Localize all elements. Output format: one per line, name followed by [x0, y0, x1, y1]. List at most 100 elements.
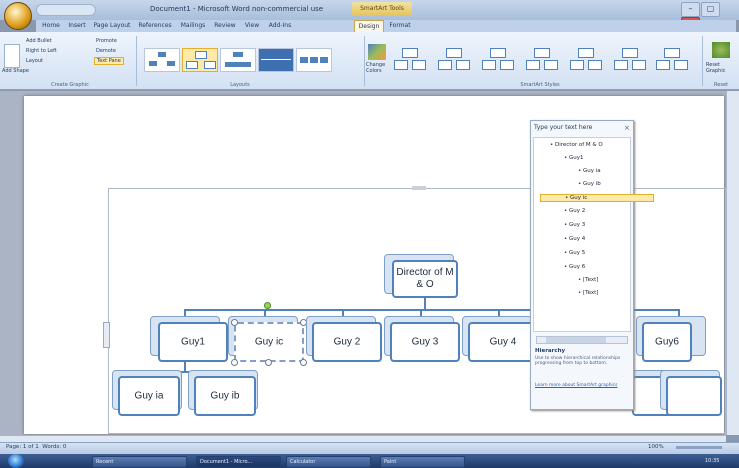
style-thumb-1[interactable]	[392, 46, 426, 72]
text-pane-scroll-thumb[interactable]	[546, 337, 606, 343]
learn-more-link[interactable]: Learn more about SmartArt graphics	[535, 383, 629, 395]
style-thumb-6[interactable]	[612, 46, 646, 72]
minimize-button[interactable]: –	[681, 2, 700, 17]
layout-thumb-1[interactable]	[144, 48, 180, 72]
selection-handle[interactable]	[231, 359, 238, 366]
quick-access-toolbar[interactable]	[36, 4, 96, 16]
org-node-guy2[interactable]: Guy 2	[312, 322, 382, 362]
node-label: Guy 3	[411, 336, 439, 348]
style-thumb-7[interactable]	[654, 46, 688, 72]
layouts-group-label: Layouts	[230, 82, 250, 88]
layout-button[interactable]: Layout	[26, 58, 43, 64]
tab-page-layout[interactable]: Page Layout	[92, 20, 132, 32]
org-node-empty[interactable]	[666, 376, 722, 416]
text-pane-item[interactable]: • Guy 3	[564, 222, 585, 228]
layout-info-title: Hierarchy	[535, 348, 566, 354]
maximize-button[interactable]: ▢	[701, 2, 720, 17]
text-pane-button[interactable]: Text Pane	[94, 57, 124, 65]
tab-review[interactable]: Review	[212, 20, 238, 32]
zoom-slider[interactable]	[676, 446, 722, 449]
selection-handle[interactable]	[231, 319, 238, 326]
add-shape-button[interactable]: Add Shape	[2, 68, 29, 74]
node-label: Guy6	[655, 336, 679, 348]
tab-home[interactable]: Home	[40, 20, 62, 32]
promote-button[interactable]: Promote	[96, 38, 117, 44]
text-pane-list[interactable]: • Director of M & O • Guy1 • Guy ia • Gu…	[533, 137, 654, 332]
add-bullet-button[interactable]: Add Bullet	[26, 38, 52, 44]
text-pane-item[interactable]: • Guy1	[564, 155, 584, 161]
text-pane-item[interactable]: • [Text]	[578, 290, 598, 296]
node-label: Guy 2	[333, 336, 361, 348]
tab-add-ins[interactable]: Add-Ins	[266, 20, 294, 32]
node-label: Guy1	[181, 336, 205, 348]
tab-references[interactable]: References	[136, 20, 174, 32]
layout-thumb-5[interactable]	[296, 48, 332, 72]
taskbar-button-paint[interactable]: Paint	[380, 456, 465, 468]
smartart-tools-context-label: SmartArt Tools	[352, 2, 412, 16]
org-node-guy-ib[interactable]: Guy ib	[194, 376, 256, 416]
tab-view[interactable]: View	[242, 20, 262, 32]
system-clock[interactable]: 10:35	[705, 456, 737, 466]
ribbon-tabs: Home Insert Page Layout References Maili…	[36, 20, 736, 33]
org-node-root[interactable]: Director of M & O	[392, 260, 458, 298]
office-button[interactable]	[4, 2, 32, 30]
style-thumb-5[interactable]	[568, 46, 602, 72]
change-colors-icon[interactable]	[368, 44, 386, 60]
change-colors-button[interactable]: Change Colors	[366, 62, 388, 74]
quick-launch-icons[interactable]	[30, 457, 70, 465]
right-to-left-button[interactable]: Right to Left	[26, 48, 57, 54]
node-label: Guy ib	[210, 390, 240, 402]
create-graphic-group-label: Create Graphic	[51, 82, 89, 88]
reset-group-label: Reset	[714, 82, 728, 88]
add-shape-icon[interactable]	[4, 44, 20, 68]
reset-graphic-icon[interactable]	[712, 42, 730, 58]
text-pane-item[interactable]: • Guy 5	[564, 250, 585, 256]
selection-handle[interactable]	[300, 359, 307, 366]
text-pane-item[interactable]: • Guy 6	[564, 264, 585, 270]
text-pane-item[interactable]: • Director of M & O	[550, 142, 603, 148]
org-node-guy6[interactable]: Guy6	[642, 322, 692, 362]
taskbar-button-calculator[interactable]: Calculator	[286, 456, 371, 468]
node-label: Guy 4	[489, 336, 517, 348]
selection-handle[interactable]	[265, 359, 272, 366]
org-node-guy1[interactable]: Guy1	[158, 322, 228, 362]
org-node-guy3[interactable]: Guy 3	[390, 322, 460, 362]
org-node-guy-ic[interactable]: Guy ic	[234, 322, 304, 362]
text-pane-item[interactable]: • Guy 4	[564, 236, 585, 242]
rotate-handle[interactable]	[264, 302, 271, 309]
layout-thumb-3[interactable]	[220, 48, 256, 72]
ribbon: Add Shape Add Bullet Right to Left Layou…	[0, 32, 739, 90]
style-thumb-3[interactable]	[480, 46, 514, 72]
vertical-scrollbar[interactable]	[726, 91, 739, 435]
taskbar-button-recent[interactable]: Recent	[92, 456, 187, 468]
start-button[interactable]	[8, 454, 24, 468]
node-label: Guy ia	[134, 390, 164, 402]
text-pane-toggle-handle[interactable]	[103, 322, 110, 348]
status-page[interactable]: Page: 1 of 1	[6, 444, 39, 450]
node-label: Director of M & O	[396, 267, 454, 290]
ribbon-separator	[136, 36, 137, 86]
style-thumb-2[interactable]	[436, 46, 470, 72]
text-pane-item[interactable]: • Guy ia	[578, 168, 601, 174]
horizontal-scrollbar[interactable]	[0, 435, 726, 442]
text-pane-item[interactable]: • [Text]	[578, 277, 598, 283]
text-pane-title: Type your text here	[534, 124, 593, 131]
layout-thumb-hierarchy[interactable]	[182, 48, 218, 72]
org-node-guy-ia[interactable]: Guy ia	[118, 376, 180, 416]
style-thumb-4[interactable]	[524, 46, 558, 72]
text-pane-item[interactable]: • Guy 2	[564, 208, 585, 214]
frame-top-handle[interactable]	[412, 186, 426, 190]
tab-insert[interactable]: Insert	[66, 20, 88, 32]
reset-graphic-button[interactable]: Reset Graphic	[706, 62, 736, 74]
demote-button[interactable]: Demote	[96, 48, 116, 54]
org-node-guy4[interactable]: Guy 4	[468, 322, 538, 362]
layout-thumb-4[interactable]	[258, 48, 294, 72]
status-words[interactable]: Words: 0	[42, 444, 66, 450]
tab-mailings[interactable]: Mailings	[178, 20, 208, 32]
layout-info-text: Use to show hierarchical relationships p…	[535, 356, 621, 366]
text-pane-item-selected[interactable]: • Guy ic	[540, 194, 654, 202]
taskbar-button-word[interactable]: Document1 - Micro...	[196, 456, 281, 468]
tab-format[interactable]: Format	[386, 20, 414, 32]
text-pane-item[interactable]: • Guy ib	[578, 181, 601, 187]
text-pane-close-icon[interactable]: ×	[624, 124, 632, 134]
